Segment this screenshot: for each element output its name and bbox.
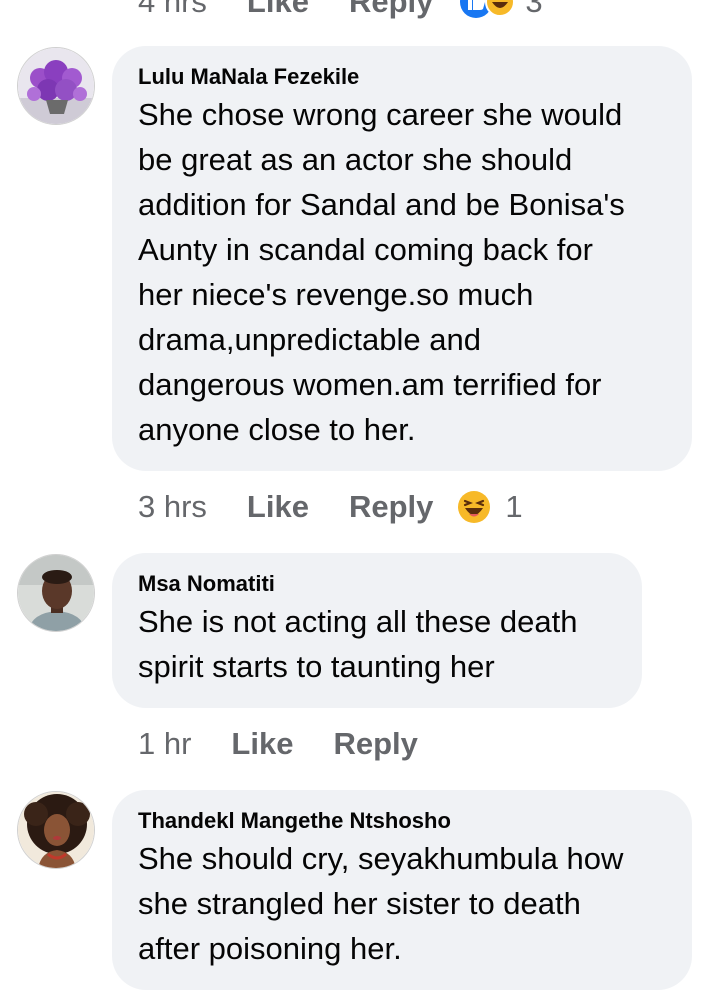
afro-woman-illustration-avatar xyxy=(18,792,94,868)
purple-flowers-avatar xyxy=(18,48,94,124)
comment-text: She chose wrong career she would be grea… xyxy=(138,97,625,447)
comment-author[interactable]: Msa Nomatiti xyxy=(138,569,616,599)
reply-button[interactable]: Reply xyxy=(349,489,433,525)
reaction-count: 3 xyxy=(525,0,543,19)
comment-text: She is not acting all these death spirit… xyxy=(138,604,578,684)
comment-time[interactable]: 1 hr xyxy=(138,726,191,762)
reactions-summary[interactable]: 3 xyxy=(459,0,543,20)
comment-time[interactable]: 3 hrs xyxy=(138,489,207,525)
like-button[interactable]: Like xyxy=(231,726,293,762)
comment-text: She should cry, seyakhumbula how she str… xyxy=(138,841,624,966)
comment-bubble[interactable]: Thandekl Mangethe Ntshosho She should cr… xyxy=(112,790,692,990)
like-button[interactable]: Like xyxy=(247,489,309,525)
laughing-emoji-icon xyxy=(458,491,491,523)
comment-actions: 1 hr Like Reply xyxy=(138,724,418,764)
reply-button[interactable]: Reply xyxy=(333,726,417,762)
reactions-summary[interactable]: 1 xyxy=(457,489,523,525)
comment-author[interactable]: Lulu MaNala Fezekile xyxy=(138,62,666,92)
previous-comment-actions: 4 hrs Like Reply 3 xyxy=(138,0,543,20)
like-button[interactable]: Like xyxy=(247,0,309,20)
reply-button[interactable]: Reply xyxy=(349,0,433,20)
comment-actions: 3 hrs Like Reply 1 xyxy=(138,487,523,527)
avatar[interactable] xyxy=(17,554,95,632)
avatar[interactable] xyxy=(17,47,95,125)
comment-time: 4 hrs xyxy=(138,0,207,19)
comment-bubble[interactable]: Msa Nomatiti She is not acting all these… xyxy=(112,553,642,708)
comment-author[interactable]: Thandekl Mangethe Ntshosho xyxy=(138,806,666,836)
comment-bubble[interactable]: Lulu MaNala Fezekile She chose wrong car… xyxy=(112,46,692,471)
reaction-count: 1 xyxy=(505,489,523,524)
laughing-emoji-icon xyxy=(485,0,516,17)
man-portrait-avatar xyxy=(18,555,94,631)
avatar[interactable] xyxy=(17,791,95,869)
